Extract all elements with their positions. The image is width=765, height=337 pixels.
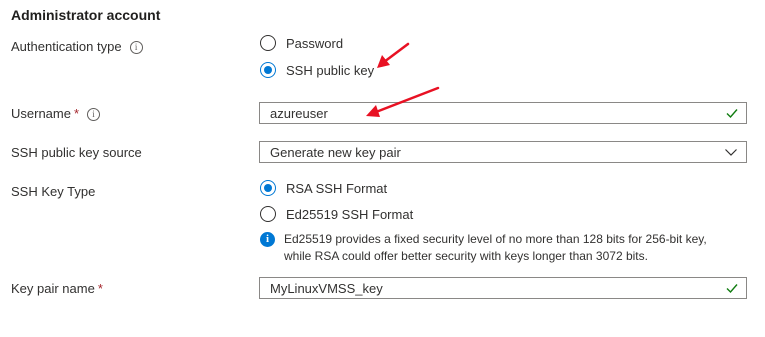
required-marker: * xyxy=(97,281,103,296)
key-type-info-message: i Ed25519 provides a fixed security leve… xyxy=(260,231,744,265)
radio-password-circle[interactable] xyxy=(260,35,276,51)
radio-ed25519-ssh-format[interactable]: Ed25519 SSH Format xyxy=(260,206,413,222)
key-pair-name-value[interactable]: MyLinuxVMSS_key xyxy=(270,281,725,296)
key-type-info-line-2: while RSA could offer better security wi… xyxy=(284,249,648,263)
authentication-type-label: Authentication type i xyxy=(11,39,143,54)
ssh-public-key-source-label: SSH public key source xyxy=(11,145,142,160)
radio-ssh-public-key-circle[interactable] xyxy=(260,62,276,78)
key-pair-name-label: Key pair name * xyxy=(11,281,103,296)
info-icon[interactable]: i xyxy=(129,41,143,54)
authentication-type-label-text: Authentication type xyxy=(11,39,122,54)
required-marker: * xyxy=(73,106,80,121)
radio-ssh-public-key-label[interactable]: SSH public key xyxy=(286,63,374,78)
radio-password[interactable]: Password xyxy=(260,35,343,51)
info-filled-icon: i xyxy=(260,232,275,247)
ssh-key-type-label: SSH Key Type xyxy=(11,184,96,199)
username-label: Username * i xyxy=(11,106,101,121)
check-icon xyxy=(726,109,738,119)
check-icon xyxy=(726,284,738,294)
key-pair-name-input[interactable]: MyLinuxVMSS_key xyxy=(259,277,747,299)
chevron-down-icon xyxy=(725,149,737,156)
key-type-info-text: Ed25519 provides a fixed security level … xyxy=(284,231,744,265)
username-value[interactable]: azureuser xyxy=(270,106,725,121)
radio-rsa-ssh-format-circle[interactable] xyxy=(260,180,276,196)
ssh-public-key-source-dropdown[interactable]: Generate new key pair xyxy=(259,141,747,163)
section-title: Administrator account xyxy=(11,7,161,23)
radio-ed25519-ssh-format-circle[interactable] xyxy=(260,206,276,222)
radio-ssh-public-key[interactable]: SSH public key xyxy=(260,62,374,78)
ssh-public-key-source-value[interactable]: Generate new key pair xyxy=(270,145,724,160)
username-label-text: Username xyxy=(11,106,71,121)
key-pair-name-label-text: Key pair name xyxy=(11,281,95,296)
radio-rsa-ssh-format-label[interactable]: RSA SSH Format xyxy=(286,181,387,196)
radio-password-label[interactable]: Password xyxy=(286,36,343,51)
username-input[interactable]: azureuser xyxy=(259,102,747,124)
radio-ed25519-ssh-format-label[interactable]: Ed25519 SSH Format xyxy=(286,207,413,222)
info-icon[interactable]: i xyxy=(87,108,101,121)
annotation-arrow-ssh-key xyxy=(377,42,410,68)
radio-rsa-ssh-format[interactable]: RSA SSH Format xyxy=(260,180,387,196)
key-type-info-line-1: Ed25519 provides a fixed security level … xyxy=(284,232,707,246)
